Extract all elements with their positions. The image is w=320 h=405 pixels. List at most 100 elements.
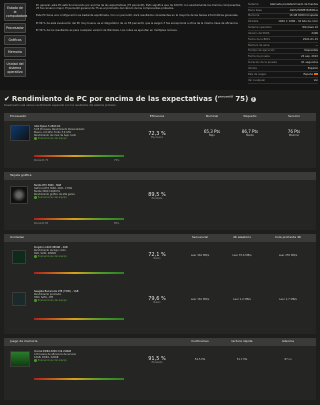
col-aleatorio: 4K aleatorio	[232, 235, 252, 240]
spec-value: Español	[307, 66, 318, 70]
sidebar-item-unidad[interactable]: Unidad del sistema operativo	[4, 59, 26, 77]
drive-score-label: Bueno	[153, 301, 161, 305]
memory-section: Juego de memoria multinúcleo lectura ráp…	[4, 338, 316, 400]
processor-stat-pequeno: 86,7 Pts Medio	[230, 129, 270, 137]
percentile-value: 75	[235, 95, 246, 103]
status-dot-icon	[34, 255, 37, 258]
gpu-header: Tarjeta gráfica	[4, 172, 316, 180]
sidebar-item-procesador[interactable]: Procesador	[4, 23, 26, 33]
section-title: Juego de memoria	[10, 339, 38, 344]
sidebar-item-memoria[interactable]: Memoria	[4, 47, 26, 57]
memory-highlight-text: Evaluaciones del equipo	[37, 359, 67, 362]
memory-stat-multi: 54,5 Pts	[194, 358, 206, 361]
sidebar: Estado de la computadora Procesador Gráf…	[4, 3, 27, 79]
drive-stat-cola: Leer 255 MB/s	[278, 254, 298, 257]
processor-header: Procesador Eficiencia Nominal Pequeño Se…	[4, 113, 316, 121]
gpu-section: Tarjeta gráfica Nvidia RTX 3060 - 8GB Ge…	[4, 172, 316, 230]
memory-highlight[interactable]: Evaluaciones del equipo	[34, 359, 154, 362]
processor-highlight-text: Evaluaciones del equipo	[37, 137, 67, 140]
spec-value: Disponible	[304, 49, 318, 53]
stat-label: Máximo	[288, 134, 300, 137]
processor-percentile-label: Percentil 75	[34, 159, 49, 162]
spec-key: Memoria	[248, 14, 260, 18]
spec-row: Ver cualquier Ver	[248, 78, 318, 84]
spec-value[interactable]: ASUS PRIME B450M-A	[290, 9, 318, 12]
spec-value: 61 segundos	[301, 61, 318, 65]
spec-value: —	[315, 43, 318, 47]
status-dot-icon	[34, 299, 37, 302]
col-latencia: latencia	[282, 339, 294, 344]
drive-stat-aleatorio: Leer 1,2 MB/s	[233, 298, 251, 301]
intro-paragraph: El 96 % de esta evaluación del PC muy bu…	[36, 21, 239, 25]
spec-key: Duración de la prueba	[248, 61, 277, 65]
gpu-percentile-label: Percentil 85	[34, 222, 49, 225]
drive-percentile-bar	[34, 318, 124, 320]
processor-score: 72,3 % Muy bueno	[142, 131, 172, 140]
memory-score: 91,5 % Excelente	[142, 356, 172, 365]
spec-key: Idioma	[248, 66, 257, 70]
specs-table: Sistema Gabinete predeterminado de fuente…	[248, 2, 318, 84]
spec-key: Pantalla	[248, 20, 259, 24]
spec-key: Fecha de la BIOS	[248, 37, 270, 41]
status-dot-icon	[34, 196, 37, 199]
col-cola: Cola profunda 4K	[275, 235, 301, 240]
drives-section: Unidades Secuencial 4K aleatorio Cola pr…	[4, 234, 316, 334]
drive-score: 79,6 % Bueno	[142, 296, 172, 305]
drive-stat-secuencial: Leer 181 MB/s	[190, 298, 210, 301]
intro-paragraph: Este PC tiene una configuración es basta…	[36, 14, 239, 18]
stat-label: Bajo	[209, 134, 215, 137]
drive-highlight-text: Evaluaciones del equipo	[37, 299, 67, 302]
drive-highlight-text: Evaluaciones del equipo	[37, 255, 67, 258]
drive-score: 72,1 % Bueno	[142, 252, 172, 261]
memory-info: Crucial DDR4-3000 C16 2x8GB 4 Procesos d…	[34, 350, 154, 362]
gpu-score: 89,5 % Excelente	[142, 192, 172, 201]
sidebar-item-estado[interactable]: Estado de la computadora	[4, 3, 27, 21]
gpu-percent: 85%	[114, 222, 120, 225]
title-close: )	[245, 95, 249, 103]
drive-percentile-bar	[34, 272, 124, 274]
status-dot-icon	[34, 137, 37, 140]
help-icon[interactable]: ?	[250, 97, 256, 102]
memory-header: Juego de memoria multinúcleo lectura ráp…	[4, 338, 316, 346]
drive-score-label: Bueno	[153, 257, 161, 261]
spec-value: 2021-01-15	[302, 37, 318, 41]
stat-label: Medio	[246, 134, 254, 137]
processor-stat-servicio: 76 Pts Máximo	[274, 129, 314, 137]
col-nominal: Nominal	[205, 114, 219, 119]
drives-header: Unidades Secuencial 4K aleatorio Cola pr…	[4, 234, 316, 242]
drive-info: Seagate Barracuda 1TB (7200) - 1GB Rendi…	[34, 290, 154, 302]
spec-country-text: España	[303, 72, 313, 76]
title-text: Rendimiento de PC por encima de las expe…	[11, 95, 218, 103]
processor-image	[10, 125, 30, 141]
spec-link[interactable]: Ver	[314, 79, 318, 82]
drive-highlight[interactable]: Evaluaciones del equipo	[34, 255, 154, 258]
percentile-label: percentil	[217, 94, 233, 99]
drive-image	[12, 292, 26, 306]
page-title: ✔ Rendimiento de PC por encima de las exp…	[4, 95, 316, 104]
processor-highlight[interactable]: Evaluaciones del equipo	[34, 137, 154, 140]
spec-value: Windows 10	[302, 26, 318, 30]
section-title: Unidades	[10, 235, 24, 240]
spec-value: 24 sep. 2022	[301, 55, 318, 59]
spec-key: Ver cualquier	[248, 78, 266, 82]
drive-highlight[interactable]: Evaluaciones del equipo	[34, 299, 154, 302]
gpu-highlight-text: Evaluaciones del equipo	[37, 196, 67, 199]
sidebar-item-graficos[interactable]: Gráficos	[4, 35, 26, 45]
drive-image	[12, 250, 26, 264]
processor-percentile-bar	[34, 155, 124, 157]
col-lectura: lectura rápida	[231, 339, 253, 344]
gpu-image	[10, 186, 28, 204]
gpu-highlight[interactable]: Evaluaciones del equipo	[34, 196, 154, 199]
performance-heading: ✔ Rendimiento de PC por encima de las exp…	[4, 95, 316, 107]
intro-text: En general, este PC está funcionando por…	[36, 4, 242, 36]
drive-info: Kingston A400 480GB - 2GB Rendimiento de…	[34, 246, 154, 258]
spec-key: Número de serie	[248, 43, 270, 47]
spec-value: Gabinete predeterminado de fuentes	[269, 2, 318, 6]
memory-image	[10, 351, 30, 367]
processor-score-label: Muy bueno	[150, 136, 164, 140]
spec-key: Sistema	[248, 2, 259, 6]
drive-stat-secuencial: Leer 462 MB/s	[190, 254, 210, 257]
intro-paragraph: El 36 % de los resultados es para cualqu…	[36, 28, 178, 32]
spec-key: Versión del BIOS	[248, 31, 270, 35]
processor-section: Procesador Eficiencia Nominal Pequeño Se…	[4, 113, 316, 168]
